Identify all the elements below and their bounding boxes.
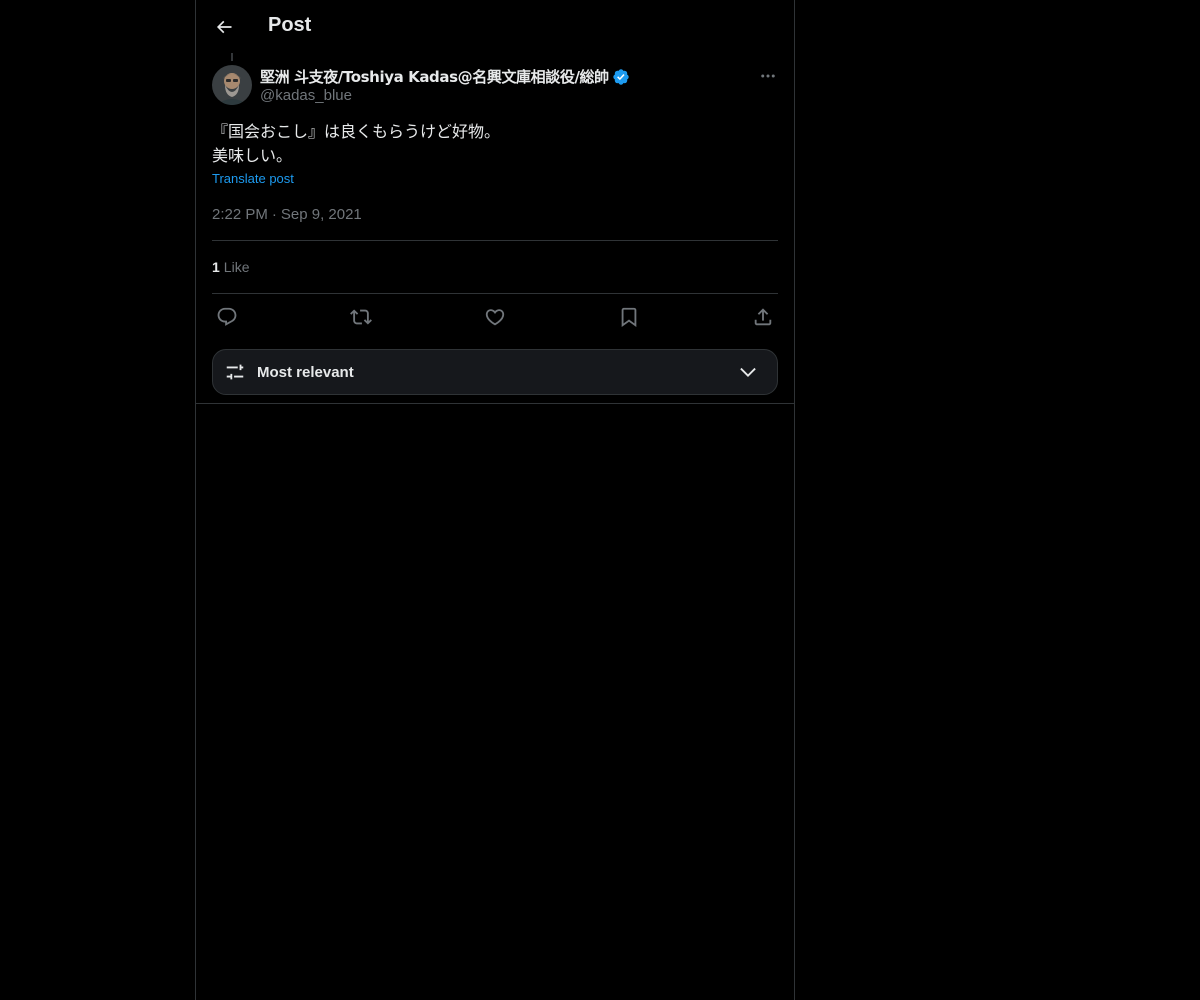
post-text: 『国会おこし』は良くもらうけど好物。 美味しい。 <box>212 120 778 168</box>
likes-count-link[interactable]: 1 Like <box>212 259 249 275</box>
like-label: Like <box>223 259 250 275</box>
chevron-down-icon <box>740 367 756 377</box>
more-horizontal-icon <box>761 74 775 78</box>
bookmark-icon <box>621 307 637 328</box>
page-title: Post <box>268 14 312 36</box>
like-count: 1 <box>212 259 220 275</box>
arrow-left-icon <box>216 20 232 34</box>
divider <box>212 293 778 294</box>
thread-connector-line <box>231 53 233 61</box>
action-bar <box>212 302 778 332</box>
like-button[interactable] <box>480 302 510 332</box>
sort-label: Most relevant <box>257 363 354 381</box>
main-column: Post 堅洲 斗支夜/Toshiya Kadas@名興文庫相談役/総帥 @ka… <box>195 0 795 1000</box>
timestamp-separator: · <box>271 206 277 223</box>
reply-icon <box>217 307 237 326</box>
repost-button[interactable] <box>346 302 376 332</box>
sliders-icon <box>226 364 244 380</box>
reply-button[interactable] <box>212 302 242 332</box>
author-handle[interactable]: @kadas_blue <box>260 87 352 104</box>
author-name[interactable]: 堅洲 斗支夜/Toshiya Kadas@名興文庫相談役/総帥 <box>260 66 630 87</box>
back-button[interactable] <box>206 9 242 45</box>
divider <box>212 240 778 241</box>
post-text-line: 美味しい。 <box>212 146 293 165</box>
more-options-button[interactable] <box>752 60 784 92</box>
post-time: 2:22 PM <box>212 206 268 223</box>
verified-badge-icon <box>613 68 629 85</box>
post-timestamp[interactable]: 2:22 PM · Sep 9, 2021 <box>212 206 362 223</box>
page-header: Post <box>196 0 794 53</box>
translate-post-link[interactable]: Translate post <box>212 171 294 186</box>
avatar[interactable] <box>212 65 252 105</box>
heart-icon <box>485 309 505 326</box>
share-icon <box>754 308 772 326</box>
bookmark-button[interactable] <box>614 302 644 332</box>
post-text-line: 『国会おこし』は良くもらうけど好物。 <box>212 122 501 141</box>
reply-sort-dropdown[interactable]: Most relevant <box>212 349 778 395</box>
section-divider <box>196 403 794 404</box>
share-button[interactable] <box>748 302 778 332</box>
repost-icon <box>350 309 372 325</box>
post-date: Sep 9, 2021 <box>280 206 362 223</box>
author-display-name: 堅洲 斗支夜/Toshiya Kadas@名興文庫相談役/総帥 <box>260 68 609 86</box>
